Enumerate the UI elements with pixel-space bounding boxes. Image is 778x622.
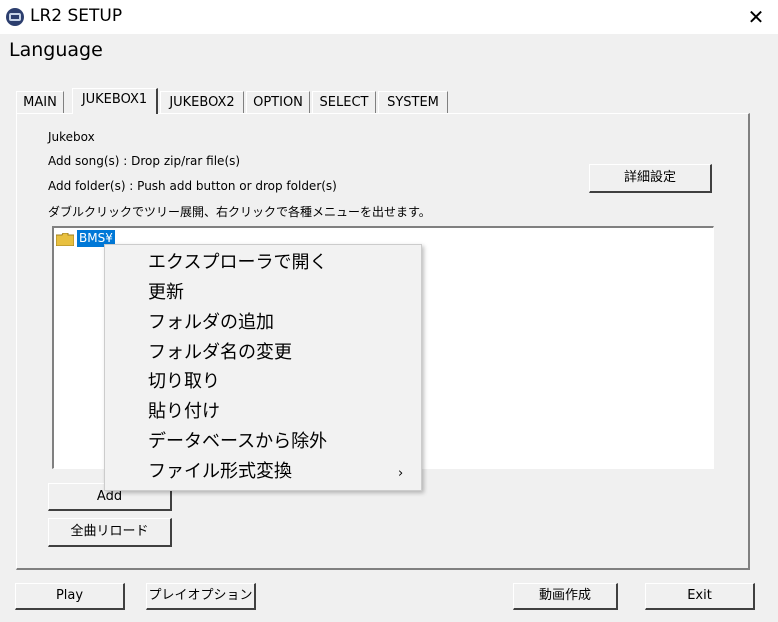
menu-item-convert-format[interactable]: ファイル形式変換: [148, 457, 292, 487]
tab-main[interactable]: MAIN: [16, 91, 64, 113]
menu-item-paste[interactable]: 貼り付け: [148, 397, 220, 427]
play-option-button[interactable]: プレイオプション: [146, 583, 256, 610]
window-title: LR2 SETUP: [30, 6, 123, 26]
jukebox-title: Jukebox: [48, 130, 95, 144]
tab-system[interactable]: SYSTEM: [378, 91, 448, 113]
menu-item-cut[interactable]: 切り取り: [148, 367, 220, 397]
close-button[interactable]: ✕: [742, 4, 770, 30]
title-bar: LR2 SETUP ✕: [0, 0, 778, 34]
chevron-right-icon: ›: [398, 466, 404, 481]
context-menu: エクスプローラで開く 更新 フォルダの追加 フォルダ名の変更 切り取り 貼り付け…: [104, 244, 422, 491]
details-settings-button[interactable]: 詳細設定: [589, 164, 712, 193]
add-song-hint: Add song(s) : Drop zip/rar file(s): [48, 154, 241, 168]
menu-item-rename-folder[interactable]: フォルダ名の変更: [148, 338, 292, 368]
menu-item-exclude-db[interactable]: データベースから除外: [148, 427, 327, 457]
tree-usage-hint: ダブルクリックでツリー展開、右クリックで各種メニューを出せます。: [48, 205, 431, 219]
folder-icon: [56, 233, 74, 246]
tab-option[interactable]: OPTION: [246, 91, 310, 113]
menu-item-refresh[interactable]: 更新: [148, 278, 184, 308]
menu-item-add-folder[interactable]: フォルダの追加: [148, 308, 274, 338]
language-heading: Language: [9, 39, 103, 61]
tab-jukebox2[interactable]: JUKEBOX2: [160, 91, 244, 113]
add-folder-hint: Add folder(s) : Push add button or drop …: [48, 179, 337, 193]
menu-item-open-explorer[interactable]: エクスプローラで開く: [148, 248, 327, 278]
tab-select[interactable]: SELECT: [312, 91, 376, 113]
exit-button[interactable]: Exit: [645, 583, 755, 610]
make-video-button[interactable]: 動画作成: [513, 583, 618, 610]
reload-all-button[interactable]: 全曲リロード: [48, 518, 172, 547]
tab-jukebox1[interactable]: JUKEBOX1: [72, 88, 158, 114]
app-icon: [6, 8, 24, 26]
play-button[interactable]: Play: [15, 583, 125, 610]
